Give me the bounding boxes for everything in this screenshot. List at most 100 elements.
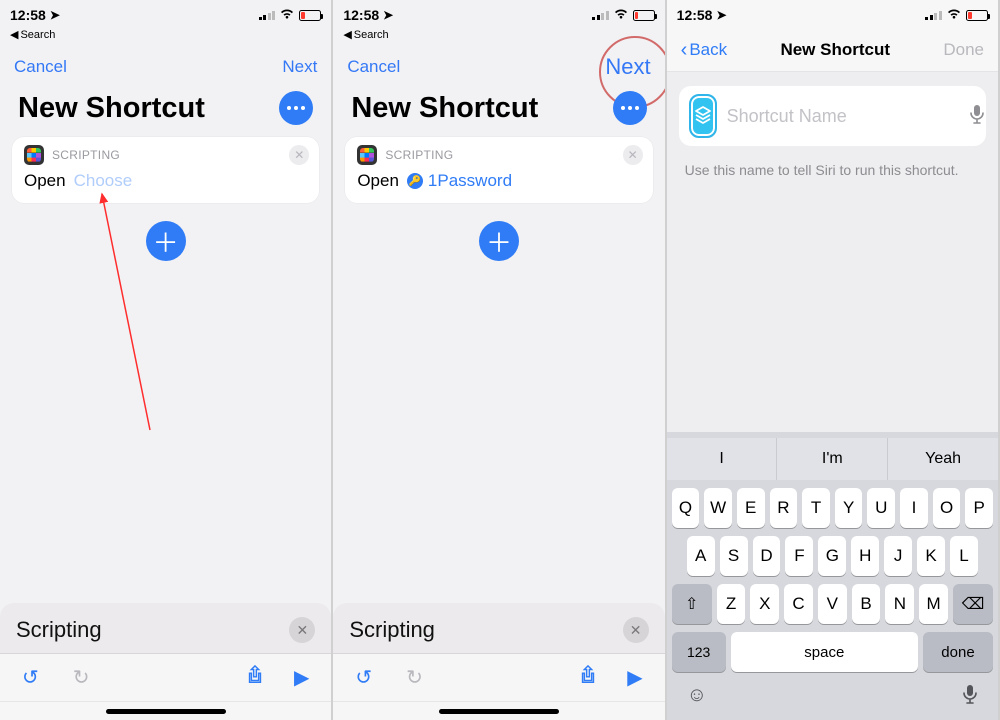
key-q[interactable]: Q xyxy=(672,488,700,528)
next-button[interactable]: Next xyxy=(282,57,317,77)
next-button[interactable]: Next xyxy=(605,54,650,80)
back-label: Back xyxy=(689,40,727,60)
key-r[interactable]: R xyxy=(770,488,798,528)
wifi-icon xyxy=(613,8,629,23)
search-clear-button[interactable]: ✕ xyxy=(289,617,315,643)
key-y[interactable]: Y xyxy=(835,488,863,528)
more-button[interactable] xyxy=(279,91,313,125)
key-i[interactable]: I xyxy=(900,488,928,528)
undo-button[interactable]: ↺ xyxy=(355,665,372,690)
chevron-left-icon: ◀︎ xyxy=(10,28,18,41)
key-l[interactable]: L xyxy=(950,536,978,576)
emoji-button[interactable]: ☺ xyxy=(687,684,707,710)
hint-text: Use this name to tell Siri to run this s… xyxy=(667,152,998,178)
key-k[interactable]: K xyxy=(917,536,945,576)
panel-choose-app: 12:58 ➤ ◀︎ Search Cancel Next New Shortc… xyxy=(0,0,333,720)
key-w[interactable]: W xyxy=(704,488,732,528)
battery-icon xyxy=(966,10,988,21)
done-button[interactable]: Done xyxy=(943,40,984,60)
undo-button[interactable]: ↺ xyxy=(22,665,39,690)
page-title: New Shortcut xyxy=(18,92,205,125)
navbar: ‹ Back New Shortcut Done xyxy=(667,28,998,72)
selected-app-name: 1Password xyxy=(428,171,512,191)
add-action-button[interactable]: ＋ xyxy=(146,221,186,261)
title-row: New Shortcut xyxy=(0,87,331,137)
home-indicator[interactable] xyxy=(333,702,664,720)
share-button[interactable] xyxy=(579,665,597,691)
status-time: 12:58 xyxy=(677,7,713,23)
key-g[interactable]: G xyxy=(818,536,846,576)
key-z[interactable]: Z xyxy=(717,584,746,624)
wifi-icon xyxy=(279,8,295,23)
back-to-app[interactable]: ◀︎ Search xyxy=(333,28,664,47)
status-bar: 12:58 ➤ xyxy=(0,0,331,28)
name-field-row xyxy=(679,86,986,146)
key-c[interactable]: C xyxy=(784,584,813,624)
add-action-button[interactable]: ＋ xyxy=(479,221,519,261)
search-text: Scripting xyxy=(349,617,622,643)
key-e[interactable]: E xyxy=(737,488,765,528)
cellular-icon xyxy=(925,10,942,20)
key-m[interactable]: M xyxy=(919,584,948,624)
back-button[interactable]: ‹ Back xyxy=(681,40,727,60)
annotation-arrow xyxy=(40,180,180,440)
cancel-button[interactable]: Cancel xyxy=(14,57,67,77)
redo-button: ↻ xyxy=(73,665,90,690)
action-verb: Open xyxy=(24,171,66,191)
search-sheet[interactable]: Scripting ✕ xyxy=(333,603,664,654)
action-verb: Open xyxy=(357,171,399,191)
chevron-left-icon: ◀︎ xyxy=(343,28,351,41)
location-icon: ➤ xyxy=(383,8,393,22)
key-d[interactable]: D xyxy=(753,536,781,576)
key-x[interactable]: X xyxy=(750,584,779,624)
key-o[interactable]: O xyxy=(933,488,961,528)
key-space[interactable]: space xyxy=(731,632,918,672)
selected-app-token[interactable]: 🔑 1Password xyxy=(407,171,512,191)
page-title: New Shortcut xyxy=(351,92,538,125)
status-bar: 12:58 ➤ xyxy=(333,0,664,28)
key-v[interactable]: V xyxy=(818,584,847,624)
shortcut-name-input[interactable] xyxy=(727,106,959,127)
key-backspace[interactable]: ⌫ xyxy=(953,584,993,624)
navbar: Cancel Next xyxy=(333,47,664,87)
back-app-label: Search xyxy=(20,29,55,41)
key-a[interactable]: A xyxy=(687,536,715,576)
scripting-icon xyxy=(357,145,377,165)
suggestion[interactable]: I xyxy=(667,438,778,480)
plus-icon: ＋ xyxy=(486,223,512,260)
run-button[interactable]: ▶ xyxy=(627,665,642,690)
toolbar: ↺ ↻ ▶ xyxy=(333,654,664,702)
key-n[interactable]: N xyxy=(885,584,914,624)
keyboard-dictation-button[interactable] xyxy=(962,684,978,710)
key-s[interactable]: S xyxy=(720,536,748,576)
key-t[interactable]: T xyxy=(802,488,830,528)
key-done[interactable]: done xyxy=(923,632,993,672)
key-b[interactable]: B xyxy=(852,584,881,624)
key-h[interactable]: H xyxy=(851,536,879,576)
home-indicator[interactable] xyxy=(0,702,331,720)
key-p[interactable]: P xyxy=(965,488,993,528)
share-button[interactable] xyxy=(246,665,264,691)
panel-name-shortcut: 12:58 ➤ ‹ Back New Shortcut Done xyxy=(667,0,1000,720)
remove-action-button[interactable]: ✕ xyxy=(623,145,643,165)
dictation-button[interactable] xyxy=(969,104,985,129)
choose-app-placeholder[interactable]: Choose xyxy=(74,171,133,191)
key-numbers[interactable]: 123 xyxy=(672,632,726,672)
search-sheet[interactable]: Scripting ✕ xyxy=(0,603,331,654)
more-button[interactable] xyxy=(613,91,647,125)
run-button[interactable]: ▶ xyxy=(294,665,309,690)
cellular-icon xyxy=(592,10,609,20)
key-f[interactable]: F xyxy=(785,536,813,576)
wifi-icon xyxy=(946,8,962,23)
cancel-button[interactable]: Cancel xyxy=(347,57,400,77)
shortcut-icon-button[interactable] xyxy=(689,94,717,138)
suggestion[interactable]: Yeah xyxy=(888,438,998,480)
redo-button: ↻ xyxy=(406,665,423,690)
key-j[interactable]: J xyxy=(884,536,912,576)
search-text: Scripting xyxy=(16,617,289,643)
key-u[interactable]: U xyxy=(867,488,895,528)
suggestion[interactable]: I'm xyxy=(777,438,888,480)
back-to-app[interactable]: ◀︎ Search xyxy=(0,28,331,47)
key-shift[interactable]: ⇧ xyxy=(672,584,712,624)
search-clear-button[interactable]: ✕ xyxy=(623,617,649,643)
